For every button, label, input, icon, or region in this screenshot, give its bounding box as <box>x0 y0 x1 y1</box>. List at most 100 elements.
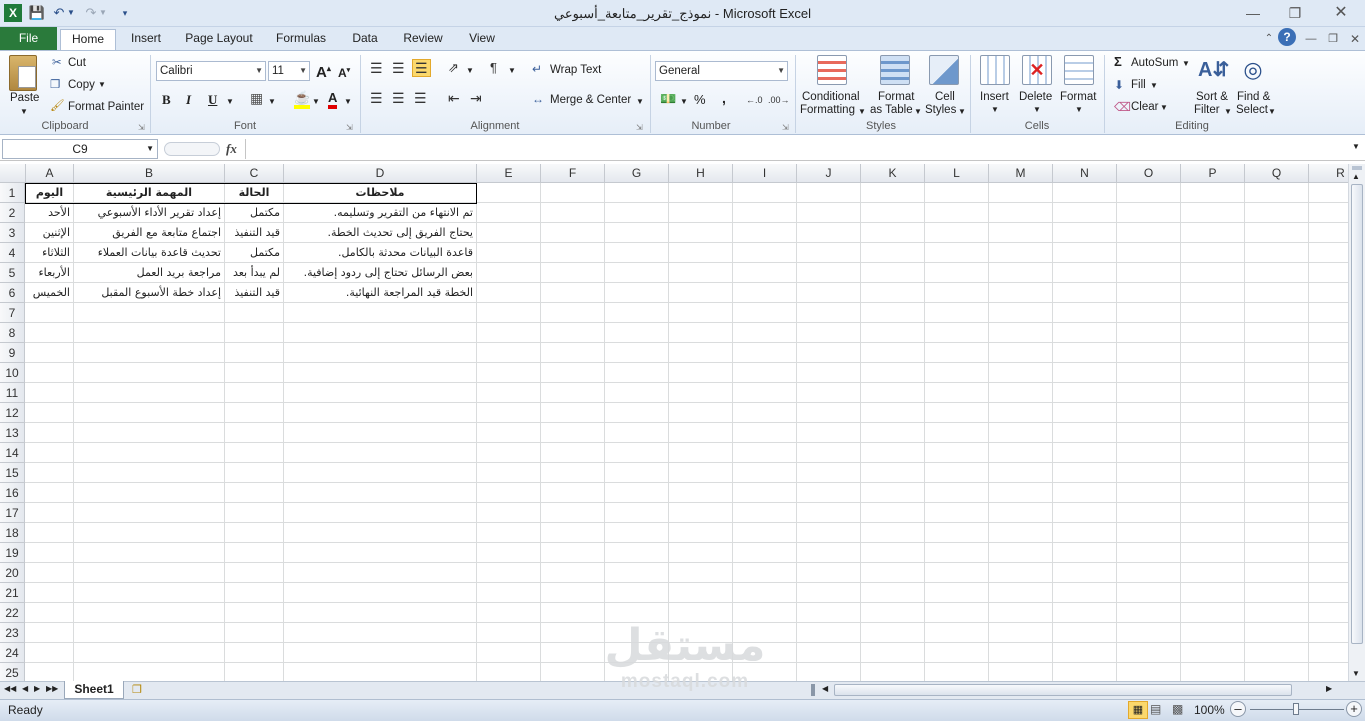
row-header[interactable]: 13 <box>0 423 25 443</box>
align-bottom-icon[interactable]: ☰ <box>412 59 431 77</box>
decrease-indent-icon[interactable]: ⇤ <box>448 91 460 105</box>
sort-filter-icon[interactable]: A⇵ <box>1198 55 1229 85</box>
paste-icon[interactable] <box>9 55 37 91</box>
last-sheet-icon[interactable]: ▶▶ <box>46 684 58 693</box>
text-direction-dropdown-icon[interactable]: ▼ <box>508 64 516 78</box>
cell-styles-icon[interactable] <box>929 55 959 85</box>
column-header[interactable]: I <box>733 164 797 183</box>
close-icon[interactable]: ✕ <box>1330 4 1352 22</box>
fill-dropdown-icon[interactable]: ▼ <box>1150 79 1158 93</box>
autosum-button[interactable]: AutoSum <box>1131 56 1178 70</box>
number-format-combo[interactable]: General ▼ <box>655 61 788 81</box>
align-left-icon[interactable]: ☰ <box>370 91 383 105</box>
autosum-dropdown-icon[interactable]: ▼ <box>1182 57 1190 71</box>
fill-color-dropdown-icon[interactable]: ▼ <box>312 95 320 109</box>
font-launcher-icon[interactable]: ⇲ <box>346 121 353 135</box>
tab-page-layout[interactable]: Page Layout <box>180 29 258 50</box>
merge-dropdown-icon[interactable]: ▼ <box>636 95 644 109</box>
sheet-tab-sheet1[interactable]: Sheet1 <box>64 681 124 699</box>
table-cell[interactable]: الأربعاء <box>26 263 73 283</box>
font-name-combo[interactable]: Calibri ▼ <box>156 61 266 81</box>
decrease-decimal-icon[interactable]: .00→ <box>768 93 790 107</box>
conditional-formatting-label-1[interactable]: Conditional <box>802 90 860 104</box>
orientation-icon[interactable]: ⇗ <box>448 61 459 75</box>
find-select-dropdown-icon[interactable]: ▼ <box>1268 105 1276 119</box>
format-as-table-label-2[interactable]: as Table <box>870 103 913 117</box>
table-cell[interactable]: مكتمل <box>225 203 283 223</box>
orientation-dropdown-icon[interactable]: ▼ <box>466 64 474 78</box>
currency-icon[interactable]: 💵 <box>660 92 676 106</box>
row-header[interactable]: 9 <box>0 343 25 363</box>
scroll-right-icon[interactable]: ▶ <box>1326 684 1332 693</box>
format-as-table-icon[interactable] <box>880 55 910 85</box>
comma-button[interactable]: , <box>722 91 726 105</box>
clipboard-launcher-icon[interactable]: ⇲ <box>138 121 145 135</box>
paste-dropdown-icon[interactable]: ▼ <box>20 105 28 119</box>
borders-icon[interactable]: ▦ <box>250 91 263 105</box>
row-header[interactable]: 2 <box>0 203 25 223</box>
scroll-left-icon[interactable]: ◀ <box>822 684 828 693</box>
row-header[interactable]: 4 <box>0 243 25 263</box>
copy-dropdown-icon[interactable]: ▼ <box>98 78 106 92</box>
zoom-in-icon[interactable]: + <box>1346 701 1362 717</box>
currency-dropdown-icon[interactable]: ▼ <box>680 95 688 109</box>
table-cell[interactable]: قيد التنفيذ <box>225 283 283 303</box>
row-header[interactable]: 1 <box>0 183 25 203</box>
row-header[interactable]: 19 <box>0 543 25 563</box>
row-header[interactable]: 8 <box>0 323 25 343</box>
column-header[interactable]: E <box>477 164 541 183</box>
vertical-scroll-thumb[interactable] <box>1351 184 1363 644</box>
wrap-text-button[interactable]: Wrap Text <box>550 63 601 77</box>
row-header[interactable]: 6 <box>0 283 25 303</box>
table-cell[interactable]: الإثنين <box>26 223 73 243</box>
cell-styles-label-1[interactable]: Cell <box>935 90 955 104</box>
font-color-button[interactable]: A <box>328 91 338 109</box>
table-cell[interactable]: تم الانتهاء من التقرير وتسليمه. <box>284 203 476 223</box>
copy-icon[interactable]: ❐ <box>50 78 60 92</box>
first-sheet-icon[interactable]: ◀◀ <box>4 684 16 693</box>
row-header[interactable]: 11 <box>0 383 25 403</box>
table-cell[interactable]: إعداد تقرير الأداء الأسبوعي <box>74 203 224 223</box>
table-cell[interactable]: اجتماع متابعة مع الفريق <box>74 223 224 243</box>
table-cell[interactable]: الخطة قيد المراجعة النهائية. <box>284 283 476 303</box>
name-box-dropdown-icon[interactable]: ▼ <box>146 140 154 158</box>
format-as-table-dropdown-icon[interactable]: ▼ <box>914 105 922 119</box>
clear-icon[interactable]: ⌫ <box>1114 100 1131 114</box>
spreadsheet-grid[interactable]: ABCDEFGHIJKLMNOPQR 1 2 3 4 5 6 7 8 9 10 11 12 13 14 15… <box>0 164 1348 684</box>
next-sheet-icon[interactable]: ▶ <box>34 684 40 693</box>
table-cell[interactable]: تحديث قاعدة بيانات العملاء <box>74 243 224 263</box>
underline-dropdown-icon[interactable]: ▼ <box>226 95 234 109</box>
align-center-icon[interactable]: ☰ <box>392 91 405 105</box>
row-header[interactable]: 14 <box>0 443 25 463</box>
format-painter-button[interactable]: Format Painter <box>68 100 144 114</box>
fill-icon[interactable]: ⬇ <box>1114 78 1124 92</box>
horizontal-scroll-thumb[interactable] <box>834 684 1292 696</box>
bold-button[interactable]: B <box>162 93 171 107</box>
format-cells-icon[interactable] <box>1064 55 1094 85</box>
table-cell[interactable]: مراجعة بريد العمل <box>74 263 224 283</box>
tab-home[interactable]: Home <box>60 29 116 51</box>
insert-cells-icon[interactable] <box>980 55 1010 85</box>
column-header[interactable]: Q <box>1245 164 1309 183</box>
tab-file[interactable]: File <box>0 27 57 50</box>
cut-button[interactable]: Cut <box>68 56 86 70</box>
header-cell[interactable]: المهمة الرئيسية <box>74 183 224 203</box>
column-header[interactable]: B <box>74 164 225 183</box>
row-header[interactable]: 21 <box>0 583 25 603</box>
conditional-formatting-icon[interactable] <box>817 55 847 85</box>
row-header[interactable]: 5 <box>0 263 25 283</box>
column-header[interactable]: N <box>1053 164 1117 183</box>
sort-filter-label-1[interactable]: Sort & <box>1196 90 1228 104</box>
sort-filter-dropdown-icon[interactable]: ▼ <box>1224 105 1232 119</box>
italic-button[interactable]: I <box>186 93 191 107</box>
autosum-icon[interactable]: Σ <box>1114 55 1122 69</box>
table-cell[interactable]: الأحد <box>26 203 73 223</box>
clear-button[interactable]: Clear <box>1131 100 1158 114</box>
column-header[interactable]: A <box>26 164 74 183</box>
row-header[interactable]: 16 <box>0 483 25 503</box>
row-header[interactable]: 7 <box>0 303 25 323</box>
header-cell[interactable]: اليوم <box>26 183 73 203</box>
conditional-formatting-label-2[interactable]: Formatting <box>800 103 855 117</box>
tab-split-icon[interactable] <box>811 684 815 696</box>
column-header[interactable]: K <box>861 164 925 183</box>
